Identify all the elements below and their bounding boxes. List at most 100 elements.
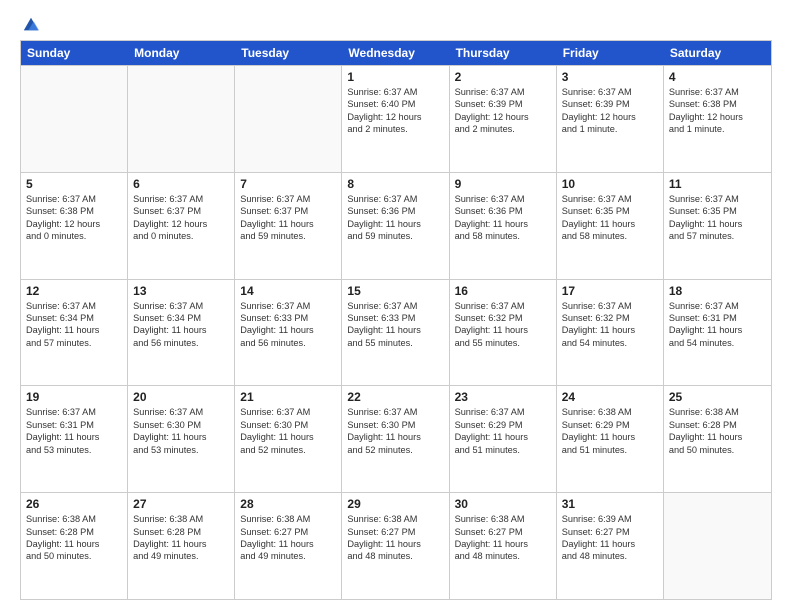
day-number: 7 [240,177,336,191]
cell-line: and 48 minutes. [347,550,443,562]
day-number: 10 [562,177,658,191]
day-number: 29 [347,497,443,511]
cell-line: Sunrise: 6:37 AM [26,300,122,312]
cell-line: Sunrise: 6:38 AM [562,406,658,418]
cell-line: and 53 minutes. [26,444,122,456]
cell-line: Sunset: 6:34 PM [26,312,122,324]
cell-line: and 58 minutes. [455,230,551,242]
cell-line: Daylight: 11 hours [240,218,336,230]
cell-line: Sunrise: 6:37 AM [240,300,336,312]
cell-line: Daylight: 12 hours [562,111,658,123]
calendar-row-3: 12Sunrise: 6:37 AMSunset: 6:34 PMDayligh… [21,279,771,386]
cell-line: and 58 minutes. [562,230,658,242]
cell-line: Sunset: 6:39 PM [455,98,551,110]
empty-cell [128,66,235,172]
cell-line: Sunset: 6:33 PM [347,312,443,324]
cell-line: Daylight: 11 hours [455,218,551,230]
cell-line: and 54 minutes. [562,337,658,349]
cell-line: Sunrise: 6:37 AM [669,86,766,98]
cell-line: and 55 minutes. [347,337,443,349]
cell-line: Daylight: 11 hours [347,324,443,336]
cell-line: and 51 minutes. [562,444,658,456]
day-cell-7: 7Sunrise: 6:37 AMSunset: 6:37 PMDaylight… [235,173,342,279]
cell-line: Sunrise: 6:37 AM [455,300,551,312]
day-cell-9: 9Sunrise: 6:37 AMSunset: 6:36 PMDaylight… [450,173,557,279]
day-number: 20 [133,390,229,404]
cell-line: and 56 minutes. [240,337,336,349]
header-day-friday: Friday [557,41,664,65]
cell-line: Daylight: 11 hours [562,218,658,230]
cell-line: Sunset: 6:36 PM [455,205,551,217]
cell-line: and 52 minutes. [240,444,336,456]
day-cell-3: 3Sunrise: 6:37 AMSunset: 6:39 PMDaylight… [557,66,664,172]
cell-line: Daylight: 11 hours [562,538,658,550]
cell-line: Sunrise: 6:37 AM [562,300,658,312]
day-cell-19: 19Sunrise: 6:37 AMSunset: 6:31 PMDayligh… [21,386,128,492]
cell-line: Sunrise: 6:37 AM [347,300,443,312]
cell-line: and 1 minute. [562,123,658,135]
cell-line: Sunrise: 6:37 AM [133,193,229,205]
cell-line: Daylight: 12 hours [347,111,443,123]
cell-line: Sunset: 6:39 PM [562,98,658,110]
day-number: 30 [455,497,551,511]
cell-line: Sunset: 6:27 PM [240,526,336,538]
cell-line: Sunrise: 6:39 AM [562,513,658,525]
day-number: 26 [26,497,122,511]
cell-line: Sunset: 6:31 PM [26,419,122,431]
cell-line: and 0 minutes. [26,230,122,242]
day-number: 19 [26,390,122,404]
cell-line: Sunrise: 6:37 AM [347,406,443,418]
cell-line: Sunset: 6:28 PM [26,526,122,538]
cell-line: Daylight: 11 hours [133,324,229,336]
cell-line: Sunset: 6:29 PM [562,419,658,431]
cell-line: Sunset: 6:32 PM [455,312,551,324]
cell-line: Sunrise: 6:37 AM [669,300,766,312]
cell-line: Sunset: 6:38 PM [26,205,122,217]
cell-line: Sunrise: 6:37 AM [26,193,122,205]
cell-line: Sunrise: 6:37 AM [455,193,551,205]
empty-cell [235,66,342,172]
cell-line: Daylight: 11 hours [455,324,551,336]
day-number: 6 [133,177,229,191]
header-day-wednesday: Wednesday [342,41,449,65]
cell-line: Sunrise: 6:37 AM [240,193,336,205]
day-cell-4: 4Sunrise: 6:37 AMSunset: 6:38 PMDaylight… [664,66,771,172]
cell-line: Sunset: 6:30 PM [133,419,229,431]
empty-cell [664,493,771,599]
cell-line: Daylight: 12 hours [26,218,122,230]
cell-line: Sunset: 6:31 PM [669,312,766,324]
cell-line: Daylight: 12 hours [455,111,551,123]
cell-line: and 48 minutes. [562,550,658,562]
day-cell-27: 27Sunrise: 6:38 AMSunset: 6:28 PMDayligh… [128,493,235,599]
day-number: 25 [669,390,766,404]
day-number: 8 [347,177,443,191]
day-cell-17: 17Sunrise: 6:37 AMSunset: 6:32 PMDayligh… [557,280,664,386]
calendar-row-1: 1Sunrise: 6:37 AMSunset: 6:40 PMDaylight… [21,65,771,172]
cell-line: Sunrise: 6:37 AM [133,406,229,418]
day-cell-10: 10Sunrise: 6:37 AMSunset: 6:35 PMDayligh… [557,173,664,279]
cell-line: Sunset: 6:30 PM [240,419,336,431]
day-cell-25: 25Sunrise: 6:38 AMSunset: 6:28 PMDayligh… [664,386,771,492]
day-number: 22 [347,390,443,404]
day-cell-20: 20Sunrise: 6:37 AMSunset: 6:30 PMDayligh… [128,386,235,492]
cell-line: and 59 minutes. [240,230,336,242]
logo [20,16,40,30]
cell-line: Daylight: 11 hours [347,538,443,550]
cell-line: Sunrise: 6:37 AM [240,406,336,418]
cell-line: Daylight: 11 hours [562,431,658,443]
day-cell-11: 11Sunrise: 6:37 AMSunset: 6:35 PMDayligh… [664,173,771,279]
cell-line: Sunrise: 6:37 AM [347,193,443,205]
day-number: 14 [240,284,336,298]
cell-line: Daylight: 11 hours [240,431,336,443]
header [20,16,772,30]
day-number: 31 [562,497,658,511]
header-day-tuesday: Tuesday [235,41,342,65]
cell-line: Sunrise: 6:38 AM [26,513,122,525]
day-cell-26: 26Sunrise: 6:38 AMSunset: 6:28 PMDayligh… [21,493,128,599]
cell-line: Sunset: 6:35 PM [669,205,766,217]
day-number: 21 [240,390,336,404]
cell-line: and 54 minutes. [669,337,766,349]
day-cell-29: 29Sunrise: 6:38 AMSunset: 6:27 PMDayligh… [342,493,449,599]
day-cell-13: 13Sunrise: 6:37 AMSunset: 6:34 PMDayligh… [128,280,235,386]
cell-line: Sunrise: 6:38 AM [455,513,551,525]
